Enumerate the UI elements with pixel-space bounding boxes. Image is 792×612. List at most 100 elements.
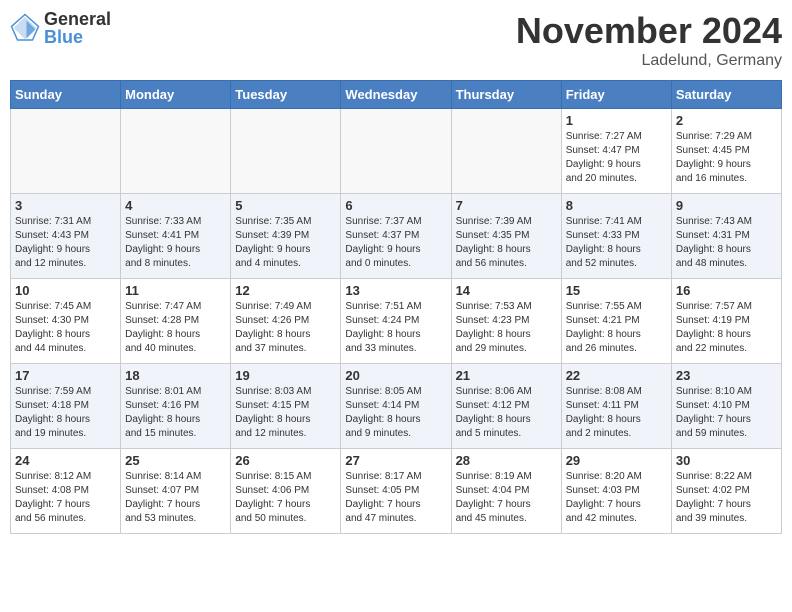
day-number: 18 <box>125 368 226 383</box>
calendar-cell: 22 Sunrise: 8:08 AM Sunset: 4:11 PM Dayli… <box>561 364 671 449</box>
page-header: General Blue November 2024 Ladelund, Ger… <box>10 10 782 70</box>
day-info: Sunrise: 7:47 AM Sunset: 4:28 PM Dayligh… <box>125 300 226 356</box>
calendar-cell: 20Sunrise: 8:05 AM Sunset: 4:14 PM Dayli… <box>341 364 451 449</box>
day-info: Sunrise: 7:51 AM Sunset: 4:24 PM Dayligh… <box>345 300 446 356</box>
calendar-cell <box>451 109 561 194</box>
calendar-cell: 10 Sunrise: 7:45 AM Sunset: 4:30 PM Dayli… <box>11 279 121 364</box>
calendar-cell: 12 Sunrise: 7:49 AM Sunset: 4:26 PM Dayli… <box>231 279 341 364</box>
day-info: Sunrise: 7:35 AM Sunset: 4:39 PM Dayligh… <box>235 215 336 271</box>
day-number: 19 <box>235 368 336 383</box>
calendar-cell: 29 Sunrise: 8:20 AM Sunset: 4:03 PM Dayli… <box>561 449 671 534</box>
calendar-cell: 21Sunrise: 8:06 AM Sunset: 4:12 PM Dayli… <box>451 364 561 449</box>
day-number: 10 <box>15 283 116 298</box>
weekday-header-wednesday: Wednesday <box>341 81 451 109</box>
day-number: 26 <box>235 453 336 468</box>
day-info: Sunrise: 7:31 AM Sunset: 4:43 PM Dayligh… <box>15 215 116 271</box>
day-number: 1 <box>566 113 667 128</box>
calendar-week-row: 3 Sunrise: 7:31 AM Sunset: 4:43 PM Daylig… <box>11 194 782 279</box>
day-number: 4 <box>125 198 226 213</box>
day-info: Sunrise: 7:45 AM Sunset: 4:30 PM Dayligh… <box>15 300 116 356</box>
calendar-cell: 30 Sunrise: 8:22 AM Sunset: 4:02 PM Dayli… <box>671 449 781 534</box>
calendar-cell: 1 Sunrise: 7:27 AM Sunset: 4:47 PM Daylig… <box>561 109 671 194</box>
calendar-cell: 14 Sunrise: 7:53 AM Sunset: 4:23 PM Dayli… <box>451 279 561 364</box>
day-number: 22 <box>566 368 667 383</box>
calendar-cell <box>341 109 451 194</box>
day-info: Sunrise: 7:29 AM Sunset: 4:45 PM Dayligh… <box>676 130 777 186</box>
calendar-header-row: SundayMondayTuesdayWednesdayThursdayFrid… <box>11 81 782 109</box>
day-info: Sunrise: 8:15 AM Sunset: 4:06 PM Dayligh… <box>235 470 336 526</box>
day-info: Sunrise: 8:17 AM Sunset: 4:05 PM Dayligh… <box>345 470 446 526</box>
weekday-header-monday: Monday <box>121 81 231 109</box>
location-subtitle: Ladelund, Germany <box>516 52 782 70</box>
weekday-header-saturday: Saturday <box>671 81 781 109</box>
weekday-header-friday: Friday <box>561 81 671 109</box>
day-number: 12 <box>235 283 336 298</box>
calendar-cell: 11 Sunrise: 7:47 AM Sunset: 4:28 PM Dayli… <box>121 279 231 364</box>
day-info: Sunrise: 7:39 AM Sunset: 4:35 PM Dayligh… <box>456 215 557 271</box>
day-info: Sunrise: 7:27 AM Sunset: 4:47 PM Dayligh… <box>566 130 667 186</box>
day-info: Sunrise: 8:19 AM Sunset: 4:04 PM Dayligh… <box>456 470 557 526</box>
weekday-header-thursday: Thursday <box>451 81 561 109</box>
calendar-cell: 27Sunrise: 8:17 AM Sunset: 4:05 PM Dayli… <box>341 449 451 534</box>
calendar-cell: 2Sunrise: 7:29 AM Sunset: 4:45 PM Daylig… <box>671 109 781 194</box>
calendar-cell: 8Sunrise: 7:41 AM Sunset: 4:33 PM Daylig… <box>561 194 671 279</box>
calendar-cell: 6Sunrise: 7:37 AM Sunset: 4:37 PM Daylig… <box>341 194 451 279</box>
day-info: Sunrise: 7:41 AM Sunset: 4:33 PM Dayligh… <box>566 215 667 271</box>
logo-text: General Blue <box>44 10 111 46</box>
calendar-table: SundayMondayTuesdayWednesdayThursdayFrid… <box>10 80 782 534</box>
calendar-week-row: 10 Sunrise: 7:45 AM Sunset: 4:30 PM Dayli… <box>11 279 782 364</box>
day-info: Sunrise: 7:59 AM Sunset: 4:18 PM Dayligh… <box>15 385 116 441</box>
day-number: 21 <box>456 368 557 383</box>
day-number: 11 <box>125 283 226 298</box>
day-info: Sunrise: 7:33 AM Sunset: 4:41 PM Dayligh… <box>125 215 226 271</box>
day-number: 29 <box>566 453 667 468</box>
calendar-week-row: 17 Sunrise: 7:59 AM Sunset: 4:18 PM Dayli… <box>11 364 782 449</box>
day-info: Sunrise: 8:01 AM Sunset: 4:16 PM Dayligh… <box>125 385 226 441</box>
day-info: Sunrise: 7:53 AM Sunset: 4:23 PM Dayligh… <box>456 300 557 356</box>
day-info: Sunrise: 8:22 AM Sunset: 4:02 PM Dayligh… <box>676 470 777 526</box>
day-number: 9 <box>676 198 777 213</box>
logo: General Blue <box>10 10 111 46</box>
logo-blue-text: Blue <box>44 28 111 46</box>
calendar-week-row: 1 Sunrise: 7:27 AM Sunset: 4:47 PM Daylig… <box>11 109 782 194</box>
day-info: Sunrise: 7:49 AM Sunset: 4:26 PM Dayligh… <box>235 300 336 356</box>
day-number: 13 <box>345 283 446 298</box>
calendar-cell: 3 Sunrise: 7:31 AM Sunset: 4:43 PM Daylig… <box>11 194 121 279</box>
calendar-cell <box>231 109 341 194</box>
calendar-cell: 16 Sunrise: 7:57 AM Sunset: 4:19 PM Dayli… <box>671 279 781 364</box>
day-info: Sunrise: 8:08 AM Sunset: 4:11 PM Dayligh… <box>566 385 667 441</box>
day-number: 17 <box>15 368 116 383</box>
day-info: Sunrise: 7:43 AM Sunset: 4:31 PM Dayligh… <box>676 215 777 271</box>
day-number: 24 <box>15 453 116 468</box>
calendar-cell: 9 Sunrise: 7:43 AM Sunset: 4:31 PM Daylig… <box>671 194 781 279</box>
day-number: 23 <box>676 368 777 383</box>
day-number: 25 <box>125 453 226 468</box>
day-info: Sunrise: 8:20 AM Sunset: 4:03 PM Dayligh… <box>566 470 667 526</box>
day-number: 14 <box>456 283 557 298</box>
weekday-header-sunday: Sunday <box>11 81 121 109</box>
day-number: 30 <box>676 453 777 468</box>
day-number: 20 <box>345 368 446 383</box>
day-number: 28 <box>456 453 557 468</box>
day-info: Sunrise: 7:57 AM Sunset: 4:19 PM Dayligh… <box>676 300 777 356</box>
calendar-cell: 18 Sunrise: 8:01 AM Sunset: 4:16 PM Dayli… <box>121 364 231 449</box>
day-number: 5 <box>235 198 336 213</box>
day-info: Sunrise: 8:10 AM Sunset: 4:10 PM Dayligh… <box>676 385 777 441</box>
day-number: 15 <box>566 283 667 298</box>
calendar-cell: 15 Sunrise: 7:55 AM Sunset: 4:21 PM Dayli… <box>561 279 671 364</box>
calendar-cell: 17 Sunrise: 7:59 AM Sunset: 4:18 PM Dayli… <box>11 364 121 449</box>
calendar-cell: 25Sunrise: 8:14 AM Sunset: 4:07 PM Dayli… <box>121 449 231 534</box>
calendar-cell: 24Sunrise: 8:12 AM Sunset: 4:08 PM Dayli… <box>11 449 121 534</box>
day-number: 3 <box>15 198 116 213</box>
day-number: 6 <box>345 198 446 213</box>
calendar-cell: 4 Sunrise: 7:33 AM Sunset: 4:41 PM Daylig… <box>121 194 231 279</box>
calendar-cell: 23 Sunrise: 8:10 AM Sunset: 4:10 PM Dayli… <box>671 364 781 449</box>
day-number: 16 <box>676 283 777 298</box>
logo-general-text: General <box>44 10 111 28</box>
month-title: November 2024 <box>516 10 782 52</box>
day-info: Sunrise: 7:55 AM Sunset: 4:21 PM Dayligh… <box>566 300 667 356</box>
logo-icon <box>10 13 40 43</box>
title-area: November 2024 Ladelund, Germany <box>516 10 782 70</box>
calendar-cell <box>11 109 121 194</box>
calendar-week-row: 24Sunrise: 8:12 AM Sunset: 4:08 PM Dayli… <box>11 449 782 534</box>
